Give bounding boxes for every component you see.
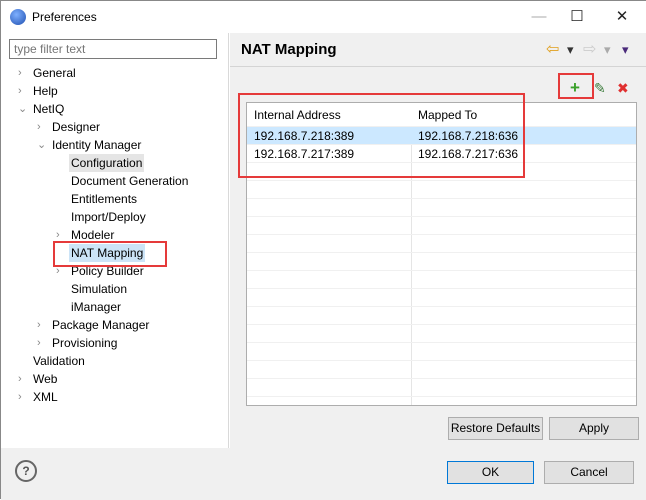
chevron-down-icon[interactable]: ⌄	[37, 136, 47, 154]
close-button[interactable]: ✕	[607, 5, 637, 29]
back-icon[interactable]: ⇦	[546, 39, 559, 59]
tree-item-configuration[interactable]: Configuration	[69, 154, 145, 172]
preferences-tree-panel: › General › Help ⌄ NetIQ › Designer ⌄ Identity Ma…	[1, 33, 229, 448]
tree-item-provisioning[interactable]: › Provisioning	[37, 334, 119, 352]
chevron-down-icon[interactable]: ⌄	[18, 100, 28, 118]
empty-table-row	[247, 199, 636, 217]
title-bar: Preferences — ☐ ✕	[1, 1, 646, 33]
tree-item-label: NetIQ	[33, 102, 65, 116]
tree-item-label: Package Manager	[52, 318, 150, 332]
tree-item-label: Identity Manager	[52, 138, 142, 152]
tree-item-xml[interactable]: › XML	[18, 388, 60, 406]
tree-item-identity-manager[interactable]: ⌄ Identity Manager	[37, 136, 143, 154]
ok-button[interactable]: OK	[447, 461, 534, 484]
edit-icon[interactable]: ✎	[594, 80, 606, 97]
tree-item-label: Document Generation	[71, 174, 189, 188]
tree-item-general[interactable]: › General	[18, 64, 78, 82]
tree-item-label: iManager	[71, 300, 122, 314]
highlight-box-nat-mapping	[53, 241, 167, 267]
tree-item-designer[interactable]: › Designer	[37, 118, 102, 136]
tree-item-web[interactable]: › Web	[18, 370, 59, 388]
forward-icon[interactable]: ⇨	[583, 39, 596, 59]
tree-item-label: Provisioning	[52, 336, 118, 350]
empty-table-row	[247, 325, 636, 343]
empty-table-row	[247, 289, 636, 307]
cancel-button[interactable]: Cancel	[544, 461, 634, 484]
empty-table-row	[247, 181, 636, 199]
tree-item-label: Entitlements	[71, 192, 138, 206]
chevron-right-icon[interactable]: ›	[37, 316, 47, 334]
maximize-button[interactable]: ☐	[562, 5, 592, 29]
chevron-right-icon[interactable]: ›	[37, 118, 47, 136]
tree-item-netiq[interactable]: ⌄ NetIQ	[18, 100, 66, 118]
tree-item-validation[interactable]: Validation	[31, 352, 87, 370]
tree-item-entitlements[interactable]: Entitlements	[69, 190, 139, 208]
tree-item-label: Help	[33, 84, 58, 98]
empty-table-row	[247, 235, 636, 253]
restore-defaults-button[interactable]: Restore Defaults	[448, 417, 543, 440]
filter-input[interactable]	[9, 39, 217, 59]
tree-item-label: Validation	[33, 354, 85, 368]
tree-item-document-generation[interactable]: Document Generation	[69, 172, 190, 190]
tree-item-label: Modeler	[71, 228, 115, 242]
page-title: NAT Mapping	[241, 41, 337, 58]
apply-button[interactable]: Apply	[549, 417, 639, 440]
tree-item-label: Import/Deploy	[71, 210, 146, 224]
empty-table-row	[247, 253, 636, 271]
empty-table-row	[247, 307, 636, 325]
highlight-box-table	[238, 93, 525, 178]
chevron-right-icon[interactable]: ›	[18, 370, 28, 388]
chevron-right-icon[interactable]: ›	[18, 82, 28, 100]
tree-item-label: Simulation	[71, 282, 128, 296]
tree-item-help[interactable]: › Help	[18, 82, 60, 100]
forward-dropdown-icon[interactable]: ▾	[604, 42, 611, 58]
back-dropdown-icon[interactable]: ▾	[567, 42, 574, 58]
minimize-button[interactable]: —	[524, 5, 554, 29]
highlight-box-add	[558, 73, 594, 99]
tree-item-package-manager[interactable]: › Package Manager	[37, 316, 151, 334]
tree-item-import-deploy[interactable]: Import/Deploy	[69, 208, 148, 226]
page-header: NAT Mapping ⇦ ▾ ⇨ ▾ ▾	[230, 33, 646, 67]
empty-table-row	[247, 217, 636, 235]
app-icon	[10, 9, 26, 25]
chevron-right-icon[interactable]: ›	[18, 388, 28, 406]
tree-item-label: Designer	[52, 120, 101, 134]
tree-item-label: General	[33, 66, 76, 80]
dialog-footer: ? OK Cancel	[1, 448, 646, 500]
tree-item-label: Configuration	[71, 156, 143, 170]
chevron-right-icon[interactable]: ›	[18, 64, 28, 82]
empty-table-row	[247, 379, 636, 397]
tree-item-label: XML	[33, 390, 58, 404]
delete-icon[interactable]: ✖	[617, 80, 629, 97]
tree-item-label: Web	[33, 372, 58, 386]
empty-table-row	[247, 343, 636, 361]
tree-item-imanager[interactable]: iManager	[69, 298, 123, 316]
help-icon[interactable]: ?	[15, 460, 37, 482]
window-title: Preferences	[32, 10, 97, 24]
view-menu-icon[interactable]: ▾	[622, 42, 629, 58]
empty-table-row	[247, 271, 636, 289]
chevron-right-icon[interactable]: ›	[37, 334, 47, 352]
tree-item-simulation[interactable]: Simulation	[69, 280, 129, 298]
empty-table-row	[247, 361, 636, 379]
page-panel: NAT Mapping ⇦ ▾ ⇨ ▾ ▾ + ✎ ✖ Internal Add…	[230, 33, 646, 448]
